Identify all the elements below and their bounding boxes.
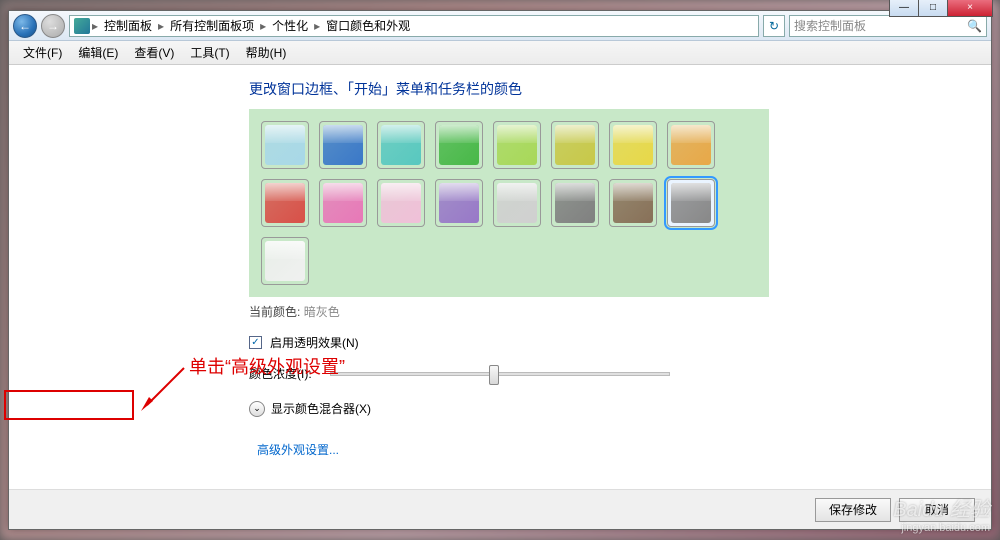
chevron-right-icon: ▸	[260, 19, 266, 33]
forward-button[interactable]: →	[41, 14, 65, 38]
color-swatch-blue[interactable]	[319, 121, 367, 169]
menu-view[interactable]: 查看(V)	[126, 41, 182, 64]
breadcrumb[interactable]: ▸ 控制面板 ▸ 所有控制面板项 ▸ 个性化 ▸ 窗口颜色和外观	[69, 15, 759, 37]
current-color-label: 当前颜色:	[249, 305, 300, 319]
control-panel-icon	[74, 18, 90, 34]
color-swatch-white[interactable]	[261, 237, 309, 285]
color-swatch-teal[interactable]	[377, 121, 425, 169]
breadcrumb-item[interactable]: 个性化	[268, 15, 312, 36]
color-swatch-red[interactable]	[261, 179, 309, 227]
color-swatch-olive[interactable]	[551, 121, 599, 169]
transparency-checkbox[interactable]: ✓	[249, 336, 262, 349]
search-icon: 🔍	[967, 19, 982, 33]
color-swatch-purple[interactable]	[435, 179, 483, 227]
color-swatch-green[interactable]	[435, 121, 483, 169]
footer-bar: 保存修改 取消	[9, 489, 991, 529]
transparency-row: ✓ 启用透明效果(N)	[249, 334, 991, 351]
chevron-down-icon: ⌄	[249, 401, 265, 417]
breadcrumb-item[interactable]: 所有控制面板项	[166, 15, 258, 36]
window-controls: — □ ×	[890, 0, 993, 17]
advanced-appearance-link[interactable]: 高级外观设置...	[249, 435, 347, 464]
color-swatch-lime[interactable]	[493, 121, 541, 169]
address-bar: ← → ▸ 控制面板 ▸ 所有控制面板项 ▸ 个性化 ▸ 窗口颜色和外观 ↻ 搜…	[9, 11, 991, 41]
intensity-slider[interactable]	[330, 372, 670, 376]
breadcrumb-item[interactable]: 窗口颜色和外观	[322, 15, 414, 36]
menu-file[interactable]: 文件(F)	[15, 41, 70, 64]
close-button[interactable]: ×	[947, 0, 993, 17]
back-button[interactable]: ←	[13, 14, 37, 38]
color-swatch-lightpink[interactable]	[377, 179, 425, 227]
page-title: 更改窗口边框、「开始」菜单和任务栏的颜色	[249, 79, 991, 99]
breadcrumb-item[interactable]: 控制面板	[100, 15, 156, 36]
refresh-button[interactable]: ↻	[763, 15, 785, 37]
transparency-label: 启用透明效果(N)	[270, 334, 359, 351]
menu-bar: 文件(F) 编辑(E) 查看(V) 工具(T) 帮助(H)	[9, 41, 991, 65]
control-panel-window: — □ × ← → ▸ 控制面板 ▸ 所有控制面板项 ▸ 个性化 ▸ 窗口颜色和…	[8, 10, 992, 530]
color-mixer-label: 显示颜色混合器(X)	[271, 400, 371, 417]
color-swatch-brown[interactable]	[609, 179, 657, 227]
color-mixer-expander[interactable]: ⌄ 显示颜色混合器(X)	[249, 400, 991, 417]
annotation-box	[4, 390, 134, 420]
current-color-row: 当前颜色: 暗灰色	[249, 303, 991, 320]
maximize-button[interactable]: □	[918, 0, 948, 17]
content-area: 更改窗口边框、「开始」菜单和任务栏的颜色 当前颜色: 暗灰色 ✓ 启用透明效果(…	[9, 65, 991, 489]
search-placeholder: 搜索控制面板	[794, 17, 866, 34]
minimize-button[interactable]: —	[889, 0, 919, 17]
intensity-row: 颜色浓度(I):	[249, 365, 991, 382]
search-input[interactable]: 搜索控制面板 🔍	[789, 15, 987, 37]
color-swatch-orange[interactable]	[667, 121, 715, 169]
menu-help[interactable]: 帮助(H)	[238, 41, 295, 64]
annotation-arrow-icon	[139, 363, 189, 413]
chevron-right-icon: ▸	[158, 19, 164, 33]
color-swatch-gray[interactable]	[551, 179, 599, 227]
annotation-text: 单击“高级外观设置”	[189, 353, 345, 379]
slider-thumb[interactable]	[489, 365, 499, 385]
color-palette	[249, 109, 769, 297]
current-color-value: 暗灰色	[304, 305, 340, 319]
save-button[interactable]: 保存修改	[815, 498, 891, 522]
menu-tools[interactable]: 工具(T)	[182, 41, 237, 64]
menu-edit[interactable]: 编辑(E)	[70, 41, 126, 64]
color-swatch-darkgray[interactable]	[667, 179, 715, 227]
color-swatch-pink[interactable]	[319, 179, 367, 227]
chevron-right-icon: ▸	[314, 19, 320, 33]
cancel-button[interactable]: 取消	[899, 498, 975, 522]
color-swatch-yellow[interactable]	[609, 121, 657, 169]
chevron-right-icon: ▸	[92, 19, 98, 33]
color-swatch-lightgray[interactable]	[493, 179, 541, 227]
color-swatch-sky[interactable]	[261, 121, 309, 169]
